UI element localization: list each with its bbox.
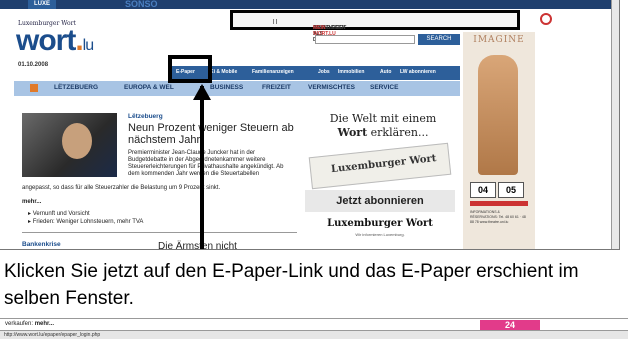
nav-service[interactable]: SERVICE <box>370 84 398 91</box>
nav-vermischtes[interactable]: VERMISCHTES <box>308 84 355 91</box>
nav-freizeit[interactable]: FREIZEIT <box>262 84 291 91</box>
ad-figure <box>478 55 518 175</box>
section-kicker: Bankenkrise <box>22 241 61 248</box>
logo-main: wort <box>16 24 76 57</box>
ad-dates: 04 05 <box>470 180 528 198</box>
login-status: EINGELOGGT ALS DIFFUSION | AUSLOGGEN | M… <box>273 19 346 43</box>
ad-date-2: 05 <box>498 182 524 198</box>
home-icon[interactable] <box>30 84 38 92</box>
promo-brand-sub: Wir informieren Luxemburg. <box>355 232 405 237</box>
epaper-highlight-box <box>168 55 212 83</box>
nav-ki-mobile[interactable]: Ki & Mobile <box>210 69 237 75</box>
nav-letzebuerg[interactable]: LËTZEBUERG <box>54 84 98 91</box>
date-label: 01.10.2008 <box>18 62 49 68</box>
nav-immobilien[interactable]: Immobilien <box>338 69 364 75</box>
nav-familienanzeigen[interactable]: Familienanzeigen <box>252 69 294 75</box>
subscribe-button[interactable]: Jetzt abonnieren <box>305 190 455 212</box>
ad-title: IMAGINE <box>473 35 525 45</box>
brand-circle-icon <box>540 13 552 25</box>
bottom-more: verkaufen: mehr... <box>5 321 55 327</box>
bottom-more-link[interactable]: mehr... <box>35 321 54 327</box>
main-nav: LËTZEBUERG EUROPA & WEL BUSINESS FREIZEI… <box>14 81 460 96</box>
scrollbar[interactable] <box>611 0 619 249</box>
login-bar-highlight: EINGELOGGT ALS DIFFUSION | AUSLOGGEN | M… <box>230 10 520 43</box>
article-kicker: Lëtzebuerg <box>128 113 163 120</box>
instruction-caption: Klicken Sie jetzt auf den E-Paper-Link u… <box>4 261 579 309</box>
face-shape <box>62 123 92 159</box>
promo-brand: Luxemburger Wort <box>327 218 433 229</box>
search-button[interactable]: SEARCH <box>418 34 460 45</box>
bottom-ad[interactable]: 24 <box>480 320 540 330</box>
paper-label: Luxemburger Wort <box>330 153 437 176</box>
next-headline[interactable]: Die Ärmsten nicht <box>158 241 237 249</box>
search-input[interactable] <box>315 35 415 44</box>
arrow-shaft <box>200 86 204 249</box>
nav-auto[interactable]: Auto <box>380 69 391 75</box>
top-strip: LUXE SONSO <box>0 0 619 9</box>
logo-suffix: lu <box>82 37 94 54</box>
related-links: ▸ Vernunft und Vorsicht ▸ Frieden: Wenig… <box>28 210 143 226</box>
article-teaser-continued: angepasst, so dass für alle Steuerzahler… <box>22 185 221 191</box>
nav-lw-abonnieren[interactable]: LW abonnieren <box>400 69 436 75</box>
divider <box>22 232 297 233</box>
top-logo: LUXE <box>28 0 57 9</box>
ad-info: INFORMATIONS & RÉSERVATIONS: Tel. 48 60 … <box>470 210 526 224</box>
bottom-screenshot-strip: verkaufen: mehr... 24 http://www.wort.lu… <box>0 318 628 339</box>
related-link[interactable]: ▸ Vernunft und Vorsicht <box>28 210 143 218</box>
article-teaser: Premierminister Jean-Claude Juncker hat … <box>128 150 284 177</box>
logo-dot: . <box>75 24 83 57</box>
nav-europa-welt[interactable]: EUROPA & WEL <box>124 84 174 91</box>
article-photo[interactable] <box>22 113 117 177</box>
top-banner: SONSO <box>125 0 158 9</box>
browser-screenshot: LUXE SONSO Luxemburger Wort wort.lu 01.1… <box>0 0 620 250</box>
related-link[interactable]: ▸ Frieden: Weniger Lohnsteuern, mehr TVA <box>28 218 143 226</box>
ad-stripe <box>470 201 528 206</box>
article-headline[interactable]: Neun Prozent weniger Steuern ab nächstem… <box>128 122 298 146</box>
nav-jobs[interactable]: Jobs <box>318 69 330 75</box>
promo-title: Die Welt mit einem Wort erklären... <box>329 112 437 139</box>
article-more-link[interactable]: mehr... <box>22 199 41 205</box>
site-logo[interactable]: wort.lu <box>16 24 94 58</box>
ad-date-1: 04 <box>470 182 496 198</box>
nav-business[interactable]: BUSINESS <box>210 84 243 91</box>
